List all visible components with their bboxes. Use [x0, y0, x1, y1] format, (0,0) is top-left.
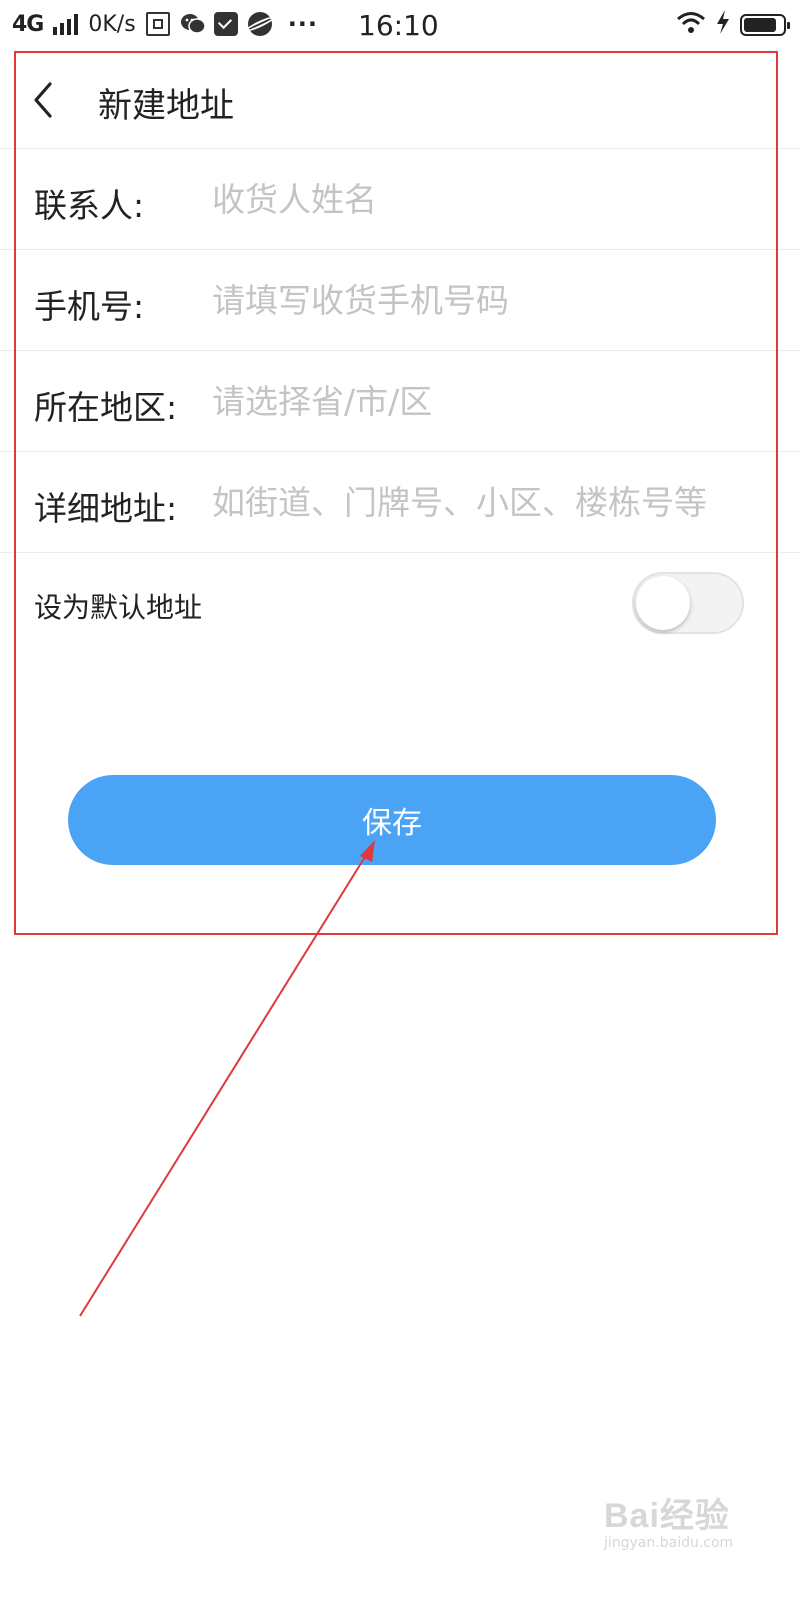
status-bar-right: [676, 10, 790, 40]
signal-icon: [53, 13, 79, 35]
contact-row: 联系人:: [0, 149, 800, 249]
battery-level: [744, 18, 777, 32]
storage-icon: [145, 12, 170, 36]
toggle-knob: [636, 576, 690, 630]
wifi-icon: [676, 10, 706, 40]
battery-icon: [740, 14, 790, 36]
app-header: 新建地址: [0, 52, 800, 148]
region-row: 所在地区:: [0, 351, 800, 451]
region-select[interactable]: [212, 373, 752, 429]
status-bar: 4G 0K/s ··· 16:10: [0, 0, 800, 52]
phone-input[interactable]: [212, 272, 752, 328]
status-bar-left: 4G 0K/s ···: [12, 10, 318, 38]
network-speed: 0K/s: [88, 11, 136, 37]
contact-name-input[interactable]: [212, 171, 752, 227]
watermark-brand: Bai经验: [604, 1497, 730, 1535]
address-input[interactable]: [212, 474, 752, 530]
default-address-toggle[interactable]: [632, 572, 744, 634]
back-button[interactable]: [26, 80, 66, 120]
default-address-label: 设为默认地址: [34, 591, 203, 624]
watermark-url: jingyan.baidu.com: [604, 1535, 734, 1551]
wechat-icon: [180, 12, 206, 36]
chevron-left-icon: [34, 82, 52, 118]
page-title: 新建地址: [98, 86, 234, 126]
address-row: 详细地址:: [0, 452, 800, 552]
default-address-row: 设为默认地址: [0, 552, 800, 652]
phone-label: 手机号:: [34, 287, 145, 326]
contact-label: 联系人:: [34, 186, 145, 225]
address-label: 详细地址:: [34, 489, 178, 528]
clock: 16:10: [358, 9, 439, 42]
more-notifications-icon: ···: [287, 10, 319, 38]
charging-icon: [716, 10, 730, 40]
network-type: 4G: [12, 11, 44, 37]
phone-row: 手机号:: [0, 250, 800, 350]
region-label: 所在地区:: [34, 388, 178, 427]
mail-icon: [213, 12, 238, 36]
browser-icon: [247, 12, 272, 36]
save-button[interactable]: 保存: [68, 775, 716, 865]
watermark: Bai经验 jingyan.baidu.com: [604, 1488, 733, 1551]
